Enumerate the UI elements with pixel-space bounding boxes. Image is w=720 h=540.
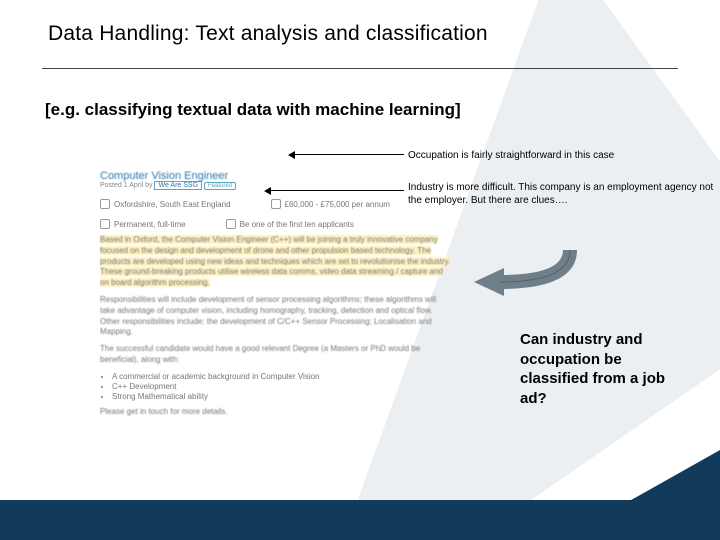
job-salary: £60,000 - £75,000 per annum xyxy=(285,200,390,209)
annotation-industry: Industry is more difficult. This company… xyxy=(408,182,718,207)
job-para2: Responsibilities will include developmen… xyxy=(100,295,452,338)
job-location: Oxfordshire, South East England xyxy=(114,200,231,209)
job-para1: Based in Oxford, the Computer Vision Eng… xyxy=(100,235,450,287)
job-posted-line: Posted 1 April by We Are SSG Featured xyxy=(100,182,452,189)
location-icon xyxy=(100,199,110,209)
posted-prefix: Posted 1 April by xyxy=(100,182,153,189)
applicants-icon xyxy=(226,219,236,229)
posted-by: We Are SSG xyxy=(154,181,202,190)
job-footer: Please get in touch for more details. xyxy=(100,407,452,418)
arrow-to-jobtitle xyxy=(294,154,404,155)
title-underline xyxy=(42,68,678,69)
job-title: Computer Vision Engineer xyxy=(100,170,452,182)
annotation-occupation: Occupation is fairly straightforward in … xyxy=(408,150,614,161)
callout-question: Can industry and occupation be classifie… xyxy=(520,330,690,408)
salary-icon xyxy=(271,199,281,209)
job-para3: The successful candidate would have a go… xyxy=(100,344,452,366)
job-applicants: Be one of the first ten applicants xyxy=(240,220,354,229)
slide-subtitle: [e.g. classifying textual data with mach… xyxy=(45,100,461,120)
contract-icon xyxy=(100,219,110,229)
job-bullets: A commercial or academic background in C… xyxy=(112,372,452,401)
curved-arrow-icon xyxy=(460,240,580,310)
job-contract: Permanent, full-time xyxy=(114,220,186,229)
job-ad-screenshot: Computer Vision Engineer Posted 1 April … xyxy=(100,170,452,424)
job-bullet: A commercial or academic background in C… xyxy=(112,372,452,381)
featured-tag: Featured xyxy=(204,182,236,190)
slide-title: Data Handling: Text analysis and classif… xyxy=(48,22,488,46)
job-bullet: Strong Mathematical ability xyxy=(112,392,452,401)
job-bullet: C++ Development xyxy=(112,382,452,391)
